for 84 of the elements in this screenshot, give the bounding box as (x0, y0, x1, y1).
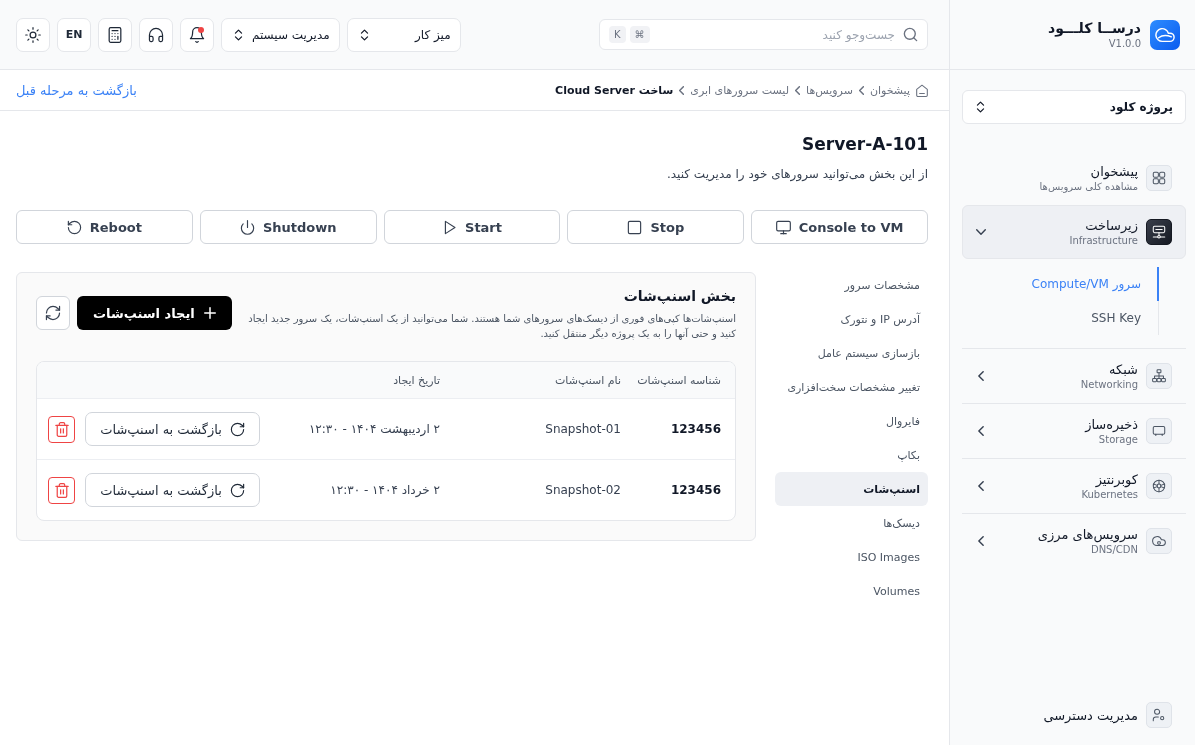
sidebar-item[interactable]: مدیریت دسترسی (962, 690, 1186, 740)
support-button[interactable] (139, 17, 173, 52)
chevron-left-icon (858, 85, 864, 95)
table-cell-text: 123456 (669, 483, 722, 497)
project-select[interactable]: پروژه کلود (962, 90, 1186, 124)
grid-icon (1146, 165, 1172, 191)
page-title: Server-A-101 (801, 133, 928, 156)
shortcut-key: K (609, 26, 626, 43)
stop-button[interactable]: Stop (567, 210, 745, 244)
section-description: اسنپ‌شات‌ها کپی‌های فوری از دیسک‌های سرورهای شما هستند. شما می‌توانید از یک اسنپ‌شات، یک سرور جدید ایجاد کنید و حتی آنها را به یک پروژه دیگر منتقل کنید. (247, 312, 736, 341)
section-nav-item[interactable]: مشخصات سرور (775, 268, 928, 302)
create-snapshot-button[interactable]: ایجاد اسنپ‌شات (77, 296, 232, 330)
table-cell-text: ۲ خرداد ۱۴۰۴ - ۱۲:۳۰ (329, 483, 441, 497)
chevron-left-icon (679, 85, 685, 95)
brand-title: درســا کلـــود (1048, 18, 1141, 37)
rotate-icon (229, 421, 245, 437)
section-nav-item[interactable]: فایروال (775, 404, 928, 438)
refresh-button[interactable] (36, 296, 70, 330)
reboot-button[interactable]: Reboot (16, 210, 193, 244)
restore-button[interactable]: بازگشت به اسنپ‌شات (85, 473, 260, 507)
section-nav-item[interactable]: Volumes (775, 574, 928, 608)
breadcrumb-current: ساخت Cloud Server (555, 83, 674, 97)
calculator-button[interactable] (98, 17, 132, 52)
delete-button[interactable] (48, 476, 75, 504)
shutdown-button[interactable]: Shutdown (199, 210, 377, 244)
cloud-icon (1146, 528, 1172, 554)
search-icon (903, 27, 918, 42)
sidebar-subitem[interactable]: SSH Key (962, 301, 1159, 335)
server-icon (1146, 219, 1172, 245)
theme-button[interactable] (16, 17, 50, 52)
table-cell-text: Snapshot-02 (544, 483, 622, 497)
calculator-icon (107, 26, 123, 43)
version-label: V1.0.0 (1107, 36, 1141, 51)
section-nav-item[interactable]: بکاپ (775, 438, 928, 472)
rotate-icon (229, 482, 245, 498)
user-icon (1146, 702, 1172, 728)
section-nav-item[interactable]: آدرس IP و نتورک (775, 302, 928, 336)
sitemap-icon (1146, 363, 1172, 389)
table-cell-text: ۲ اردیبهشت ۱۴۰۴ - ۱۲:۳۰ (307, 422, 441, 436)
table-cell-text: Snapshot-01 (544, 422, 622, 436)
column-header: نام اسنپ‌شات (553, 373, 622, 387)
chevrons-up-down-icon (358, 27, 370, 42)
sidebar-item[interactable]: پیشخوان مشاهده کلی سرویس‌ها (962, 151, 1186, 205)
section-nav-item[interactable]: تغییر مشخصات سخت‌افزاری (775, 370, 928, 404)
back-link[interactable]: بازگشت به مرحله قبل (16, 82, 137, 98)
power-icon (239, 219, 255, 235)
dropdown[interactable]: مدیریت سیستم (221, 17, 340, 52)
section-title: بخش اسنپ‌شات (622, 287, 736, 305)
section-nav-item[interactable]: دیسک‌ها (775, 506, 928, 540)
display-icon (1146, 418, 1172, 444)
plus-icon (203, 307, 216, 319)
monitor-icon (775, 219, 791, 235)
breadcrumb-link[interactable]: لیست سرورهای ابری (690, 83, 790, 97)
sun-icon (25, 26, 41, 43)
rotate-icon (66, 219, 82, 235)
trash-icon (54, 421, 69, 437)
column-header: تاریخ ایجاد (392, 373, 441, 387)
column-header: شناسه اسنپ‌شات (636, 373, 722, 387)
chevron-left-icon (795, 85, 801, 95)
console-button[interactable]: Console to VM (751, 210, 928, 244)
home-icon (916, 83, 928, 97)
section-nav-item[interactable]: اسنپ‌شات (775, 472, 928, 506)
bell-icon (189, 26, 205, 43)
headphones-icon (148, 26, 164, 43)
trash-icon (54, 482, 69, 498)
page-description: از این بخش می‌توانید سرورهای خود را مدیریت کنید. (666, 166, 928, 182)
language-button[interactable]: EN (57, 17, 91, 52)
restore-button[interactable]: بازگشت به اسنپ‌شات (85, 412, 260, 446)
notifications-button[interactable] (180, 17, 214, 52)
dropdown[interactable]: میز کار (346, 17, 461, 52)
sidebar-subitem[interactable]: سرور Compute/VM (962, 267, 1159, 301)
section-nav-item[interactable]: بازسازی سیستم عامل (775, 336, 928, 370)
wheel-icon (1146, 473, 1172, 499)
breadcrumb-link[interactable]: پیشخوان (869, 83, 910, 97)
start-button[interactable]: Start (383, 210, 561, 244)
breadcrumb-link[interactable]: سرویس‌ها (806, 83, 853, 97)
section-nav-item[interactable]: ISO Images (775, 540, 928, 574)
table-cell-text: 123456 (669, 422, 722, 436)
cloud-logo-icon (1150, 19, 1180, 50)
refresh-icon (45, 305, 61, 321)
chevrons-up-down-icon (233, 27, 244, 42)
play-icon (442, 219, 457, 235)
chevrons-up-down-icon (975, 100, 986, 114)
delete-button[interactable] (48, 415, 75, 443)
